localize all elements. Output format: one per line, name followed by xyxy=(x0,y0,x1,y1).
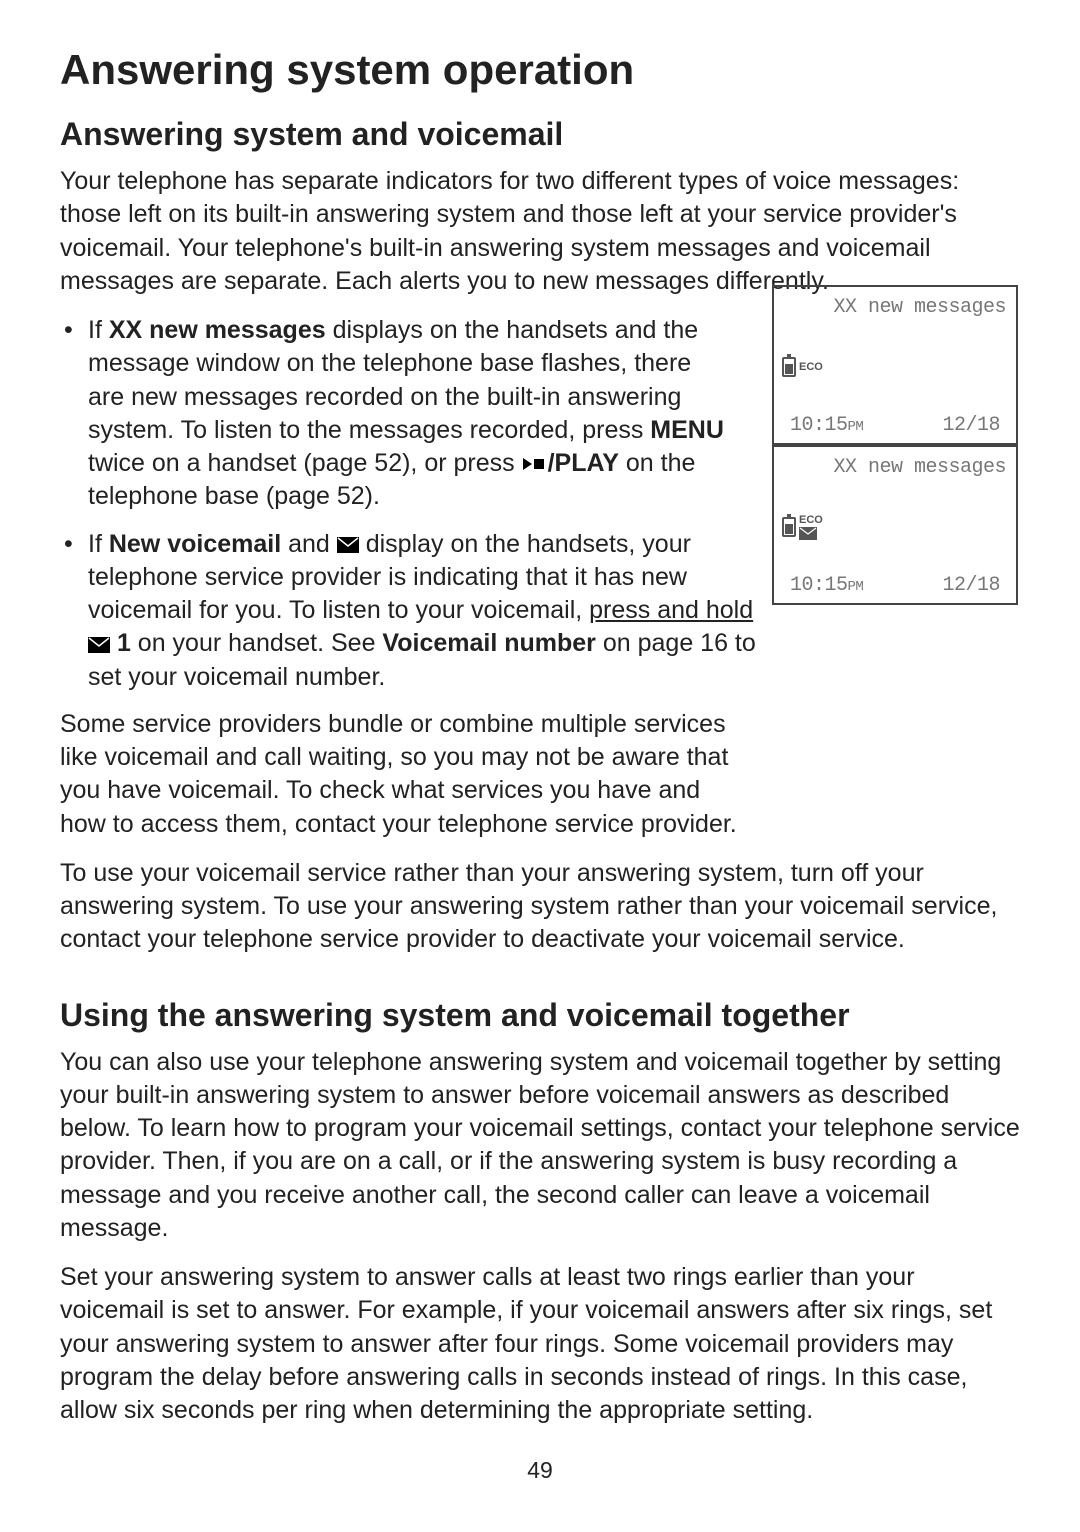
text-bold: MENU xyxy=(650,416,724,444)
lcd-screen-1: XX new messages ECO 10:15PM 12/18 xyxy=(772,285,1018,445)
text: and xyxy=(281,530,337,558)
section2-para2: Set your answering system to answer call… xyxy=(60,1261,1020,1427)
text-bold: Voicemail number xyxy=(382,629,596,657)
lcd-time: 10:15 xyxy=(790,414,848,437)
envelope-icon xyxy=(88,637,110,653)
section1-heading: Answering system and voicemail xyxy=(60,116,1020,153)
text: If xyxy=(88,316,109,344)
page-title: Answering system operation xyxy=(60,46,1020,94)
text: on your handset. See xyxy=(131,629,383,657)
page-number: 49 xyxy=(0,1457,1080,1484)
battery-icon xyxy=(782,517,796,537)
lcd-ampm: PM xyxy=(848,579,864,595)
lcd-screen-2: XX new messages ECO 10:15PM 12/18 xyxy=(772,445,1018,605)
envelope-icon xyxy=(799,527,817,540)
text-bold: /PLAY xyxy=(548,449,619,477)
lcd-time-row: 10:15PM 12/18 xyxy=(780,575,1010,599)
para2: Some service providers bundle or combine… xyxy=(60,708,740,841)
text: If xyxy=(88,530,109,558)
play-stop-icon xyxy=(522,455,548,473)
envelope-icon xyxy=(337,537,359,553)
text-bold: 1 xyxy=(117,629,131,657)
lcd-message-line: XX new messages xyxy=(780,297,1010,319)
lcd-date: 12/18 xyxy=(942,415,1000,437)
lcd-time: 10:15 xyxy=(790,574,848,597)
lcd-date: 12/18 xyxy=(942,575,1000,597)
text: twice on a handset (page 52), or press xyxy=(88,449,522,477)
para3: To use your voicemail service rather tha… xyxy=(60,857,1020,957)
lcd-screens: XX new messages ECO 10:15PM 12/18 XX new… xyxy=(772,285,1018,605)
lcd-status-row: ECO xyxy=(780,357,1010,377)
text-underline: press and hold xyxy=(589,596,753,624)
section2-para1: You can also use your telephone answerin… xyxy=(60,1046,1020,1246)
text-bold: XX new messages xyxy=(109,316,326,344)
battery-icon xyxy=(782,357,796,377)
text-bold: New voicemail xyxy=(109,530,281,558)
section2-heading: Using the answering system and voicemail… xyxy=(60,997,1020,1034)
intro-paragraph: Your telephone has separate indicators f… xyxy=(60,165,1020,298)
lcd-ampm: PM xyxy=(848,419,864,435)
eco-icon: ECO xyxy=(799,515,823,526)
lcd-status-row: ECO xyxy=(780,515,1010,540)
eco-icon: ECO xyxy=(799,361,823,373)
lcd-message-line: XX new messages xyxy=(780,457,1010,479)
lcd-time-row: 10:15PM 12/18 xyxy=(780,415,1010,439)
